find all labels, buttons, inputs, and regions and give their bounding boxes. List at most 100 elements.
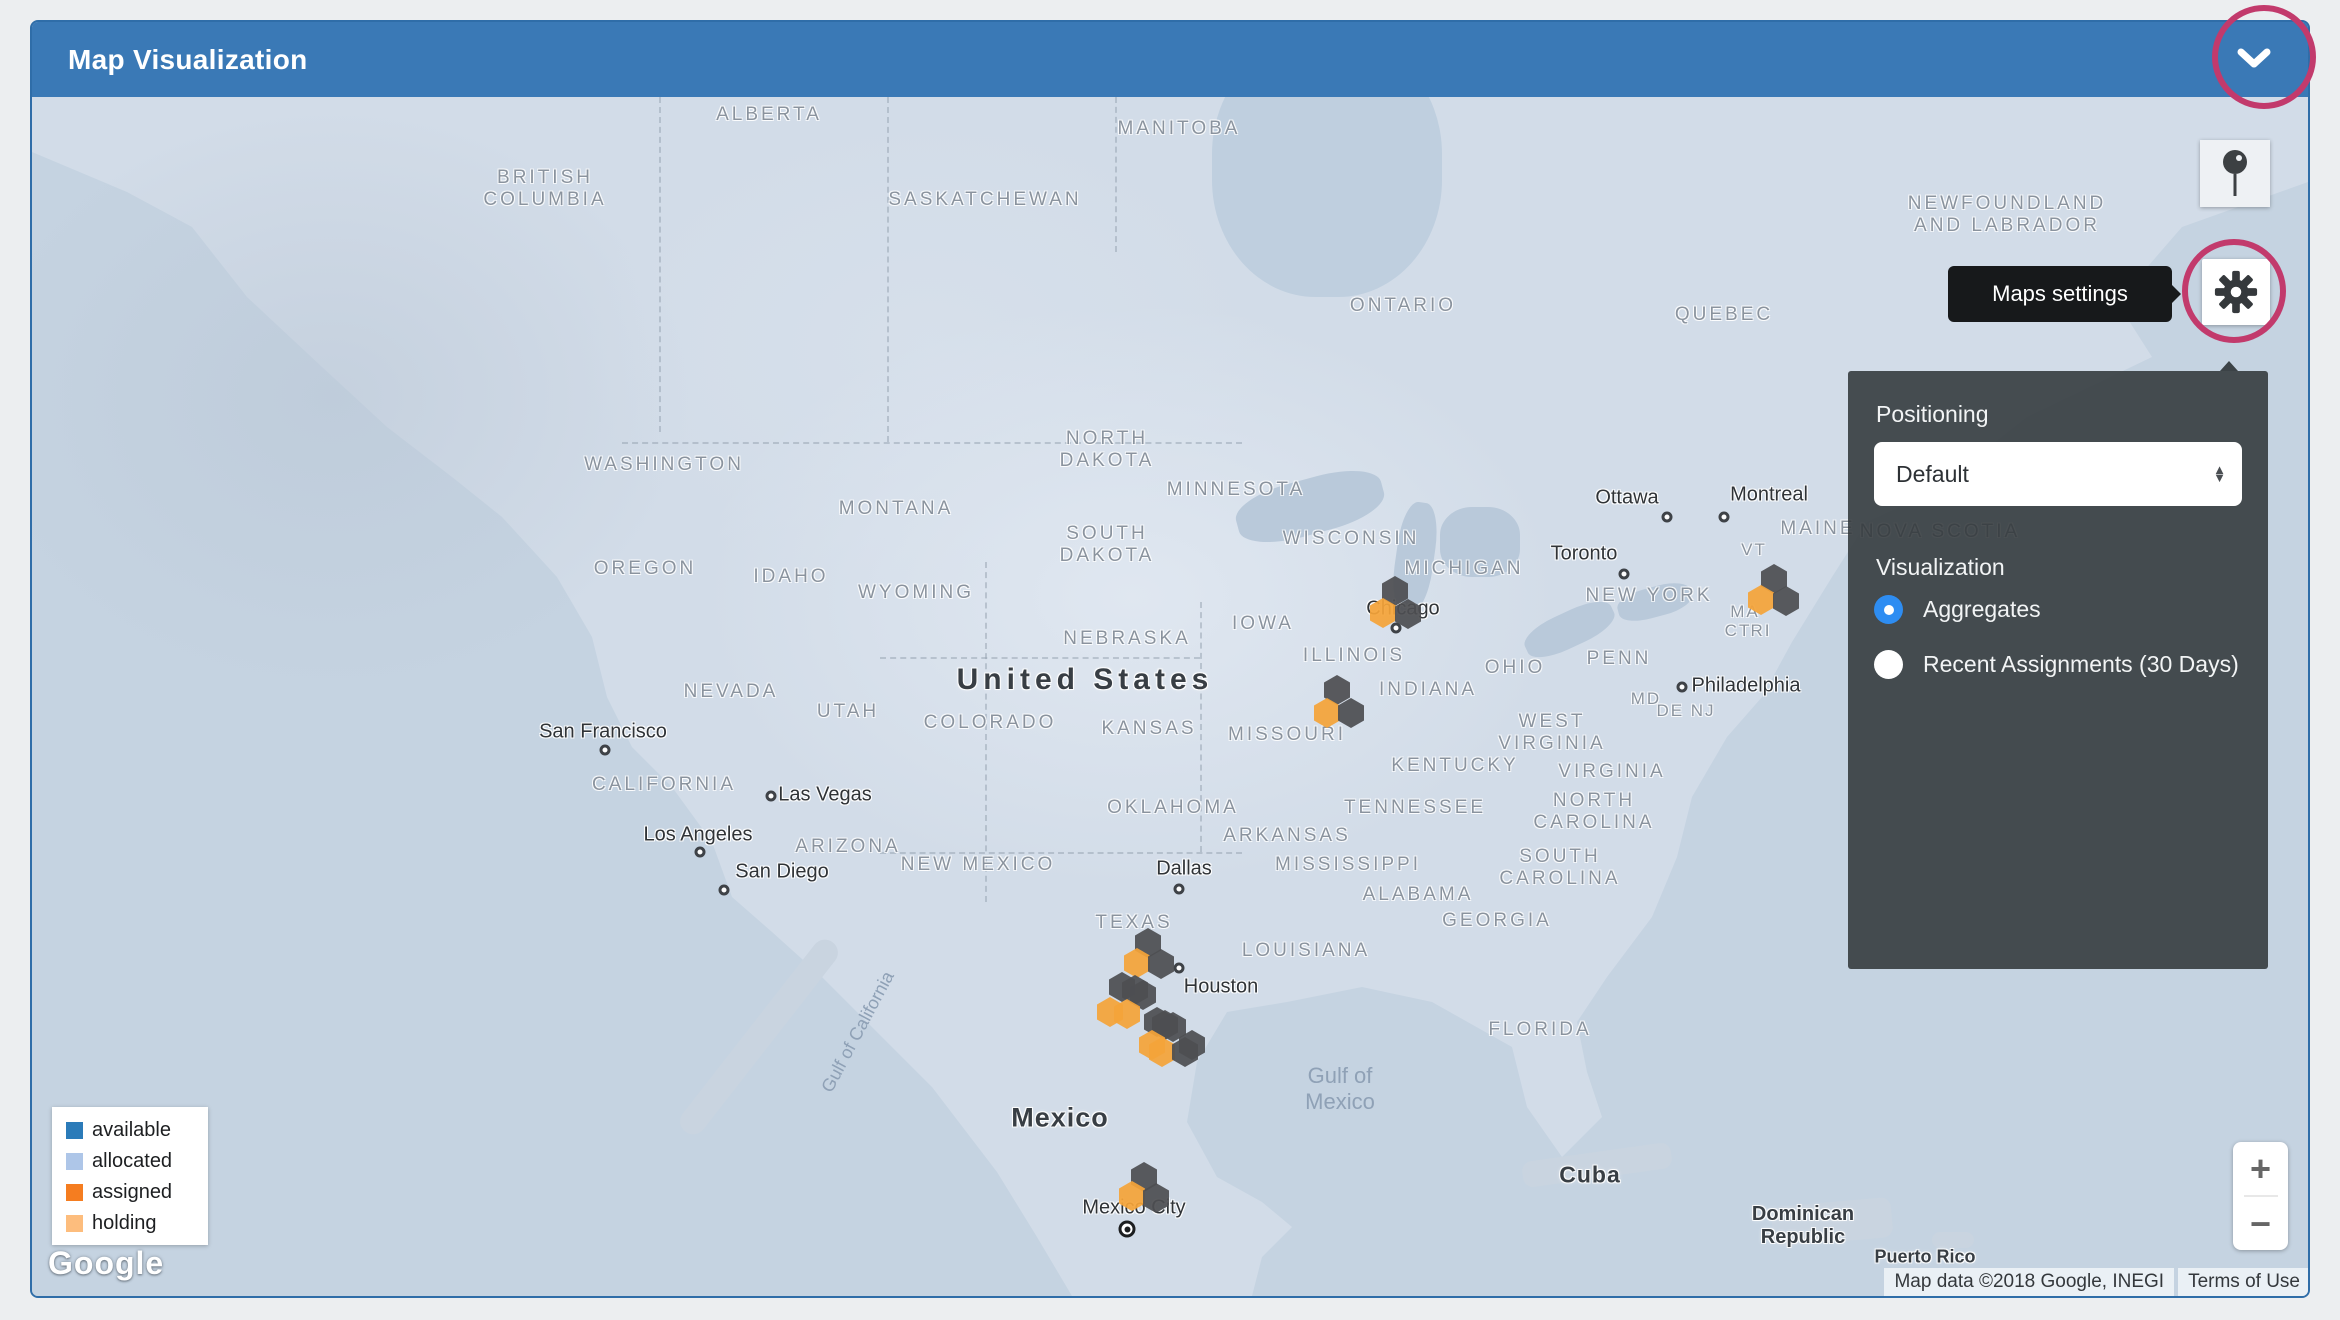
gear-icon <box>2213 269 2259 315</box>
water-label: Gulf of Mexico <box>1305 1063 1375 1115</box>
map-settings-panel: Positioning Default ▲▼ Visualization Agg… <box>1848 371 2268 969</box>
region-label: COLORADO <box>924 712 1057 734</box>
region-label: ALBERTA <box>716 104 822 126</box>
region-label: BRITISH COLUMBIA <box>483 167 606 211</box>
zoom-out-button[interactable]: − <box>2233 1197 2288 1250</box>
region-label: ILLINOIS <box>1303 645 1405 667</box>
region-label: MAINE <box>1780 518 1855 540</box>
zoom-in-button[interactable]: + <box>2233 1142 2288 1195</box>
collapse-button[interactable] <box>2236 48 2272 75</box>
city-label: San Francisco <box>539 721 667 744</box>
region-label: CT <box>1725 621 1752 641</box>
maps-settings-tooltip: Maps settings <box>1948 266 2172 322</box>
map-canvas[interactable]: ALBERTABRITISH COLUMBIASASKATCHEWANMANIT… <box>32 97 2308 1296</box>
tooltip-text: Maps settings <box>1992 281 2128 307</box>
city-dot <box>766 791 777 802</box>
region-label: NEW MEXICO <box>901 854 1056 876</box>
region-label: UTAH <box>817 701 879 723</box>
radio-label: Recent Assignments (30 Days) <box>1923 651 2239 678</box>
region-label: WYOMING <box>858 582 974 604</box>
border-line <box>659 97 661 432</box>
select-arrows-icon: ▲▼ <box>2213 466 2226 482</box>
panel-header: Map Visualization <box>32 22 2308 97</box>
region-label: NEVADA <box>684 681 779 703</box>
region-label: MANITOBA <box>1118 118 1241 140</box>
place-label: Cuba <box>1559 1162 1621 1189</box>
legend-label: holding <box>92 1212 157 1235</box>
radio-unselected[interactable] <box>1874 650 1903 679</box>
legend-swatch <box>66 1184 83 1201</box>
city-label: San Diego <box>735 861 828 884</box>
map-visualization-card: ALBERTABRITISH COLUMBIASASKATCHEWANMANIT… <box>30 20 2310 1298</box>
region-label: LOUISIANA <box>1242 940 1370 962</box>
region-label: QUEBEC <box>1675 304 1773 326</box>
city-dot <box>600 745 611 756</box>
google-logo[interactable]: Google <box>48 1245 164 1282</box>
region-label: NEWFOUNDLAND AND LABRADOR <box>1908 193 2107 237</box>
city-label: Los Angeles <box>644 824 753 847</box>
legend-label: allocated <box>92 1150 172 1173</box>
city-label: Ottawa <box>1595 487 1658 510</box>
region-label: PENN <box>1587 648 1652 670</box>
panel-notch <box>2220 361 2238 371</box>
chevron-down-icon <box>2236 48 2272 70</box>
attribution-bar: Map data ©2018 Google, INEGI Terms of Us… <box>1884 1268 2308 1296</box>
region-label: TENNESSEE <box>1344 797 1486 819</box>
region-label: TEXAS <box>1095 912 1172 934</box>
panel-title: Map Visualization <box>68 44 308 76</box>
city-label: Houston <box>1184 976 1259 999</box>
region-label: INDIANA <box>1379 679 1477 701</box>
region-label: WISCONSIN <box>1283 528 1420 550</box>
region-label: NORTH DAKOTA <box>1060 428 1155 472</box>
region-label: ARKANSAS <box>1223 825 1350 847</box>
legend-item: allocated <box>66 1150 198 1173</box>
region-label: MISSOURI <box>1228 724 1346 746</box>
city-label: Toronto <box>1551 543 1618 566</box>
region-label: NEW YORK <box>1585 585 1712 607</box>
pin-tool-button[interactable] <box>2200 140 2270 207</box>
city-label: Las Vegas <box>778 784 871 807</box>
region-label: RI <box>1751 621 1772 641</box>
visualization-label: Visualization <box>1876 554 2268 581</box>
place-label: Mexico <box>1011 1103 1109 1134</box>
region-label: NEBRASKA <box>1063 628 1190 650</box>
region-label: FLORIDA <box>1488 1019 1591 1041</box>
region-label: ALABAMA <box>1363 884 1474 906</box>
region-label: VT <box>1741 540 1767 560</box>
city-dot <box>1174 884 1185 895</box>
region-label: SOUTH DAKOTA <box>1060 523 1155 567</box>
region-label: MISSISSIPPI <box>1275 854 1421 876</box>
maps-settings-button[interactable] <box>2202 259 2270 325</box>
region-label: GEORGIA <box>1442 910 1552 932</box>
positioning-select[interactable]: Default ▲▼ <box>1874 442 2242 506</box>
city-dot <box>719 885 730 896</box>
region-label: MICHIGAN <box>1405 558 1524 580</box>
region-label: SOUTH CAROLINA <box>1499 846 1620 890</box>
city-label: Philadelphia <box>1692 675 1801 698</box>
place-label: Dominican Republic <box>1752 1203 1854 1249</box>
baja-peninsula <box>675 934 843 1139</box>
region-label: MONTANA <box>839 498 954 520</box>
terms-of-use-link[interactable]: Terms of Use <box>2178 1268 2308 1296</box>
radio-label: Aggregates <box>1923 596 2041 623</box>
region-label: KANSAS <box>1101 718 1196 740</box>
region-label: OKLAHOMA <box>1107 797 1239 819</box>
visualization-option[interactable]: Aggregates <box>1874 595 2268 624</box>
visualization-option[interactable]: Recent Assignments (30 Days) <box>1874 650 2268 679</box>
city-dot <box>1677 682 1688 693</box>
positioning-value: Default <box>1896 461 1969 488</box>
radio-selected[interactable] <box>1874 595 1903 624</box>
region-label: MINNESOTA <box>1167 479 1306 501</box>
region-label: ONTARIO <box>1350 295 1456 317</box>
region-label: VIRGINIA <box>1558 761 1665 783</box>
place-label: Puerto Rico <box>1874 1247 1975 1268</box>
region-label: WASHINGTON <box>584 454 744 476</box>
region-label: WEST VIRGINIA <box>1498 711 1605 755</box>
hudson-bay <box>1212 97 1442 297</box>
region-label: OREGON <box>594 558 696 580</box>
legend-label: available <box>92 1119 171 1142</box>
zoom-control: + − <box>2233 1142 2288 1250</box>
legend-item: assigned <box>66 1181 198 1204</box>
map-legend: available allocated assigned holding <box>52 1107 208 1245</box>
region-label: IOWA <box>1232 613 1294 635</box>
